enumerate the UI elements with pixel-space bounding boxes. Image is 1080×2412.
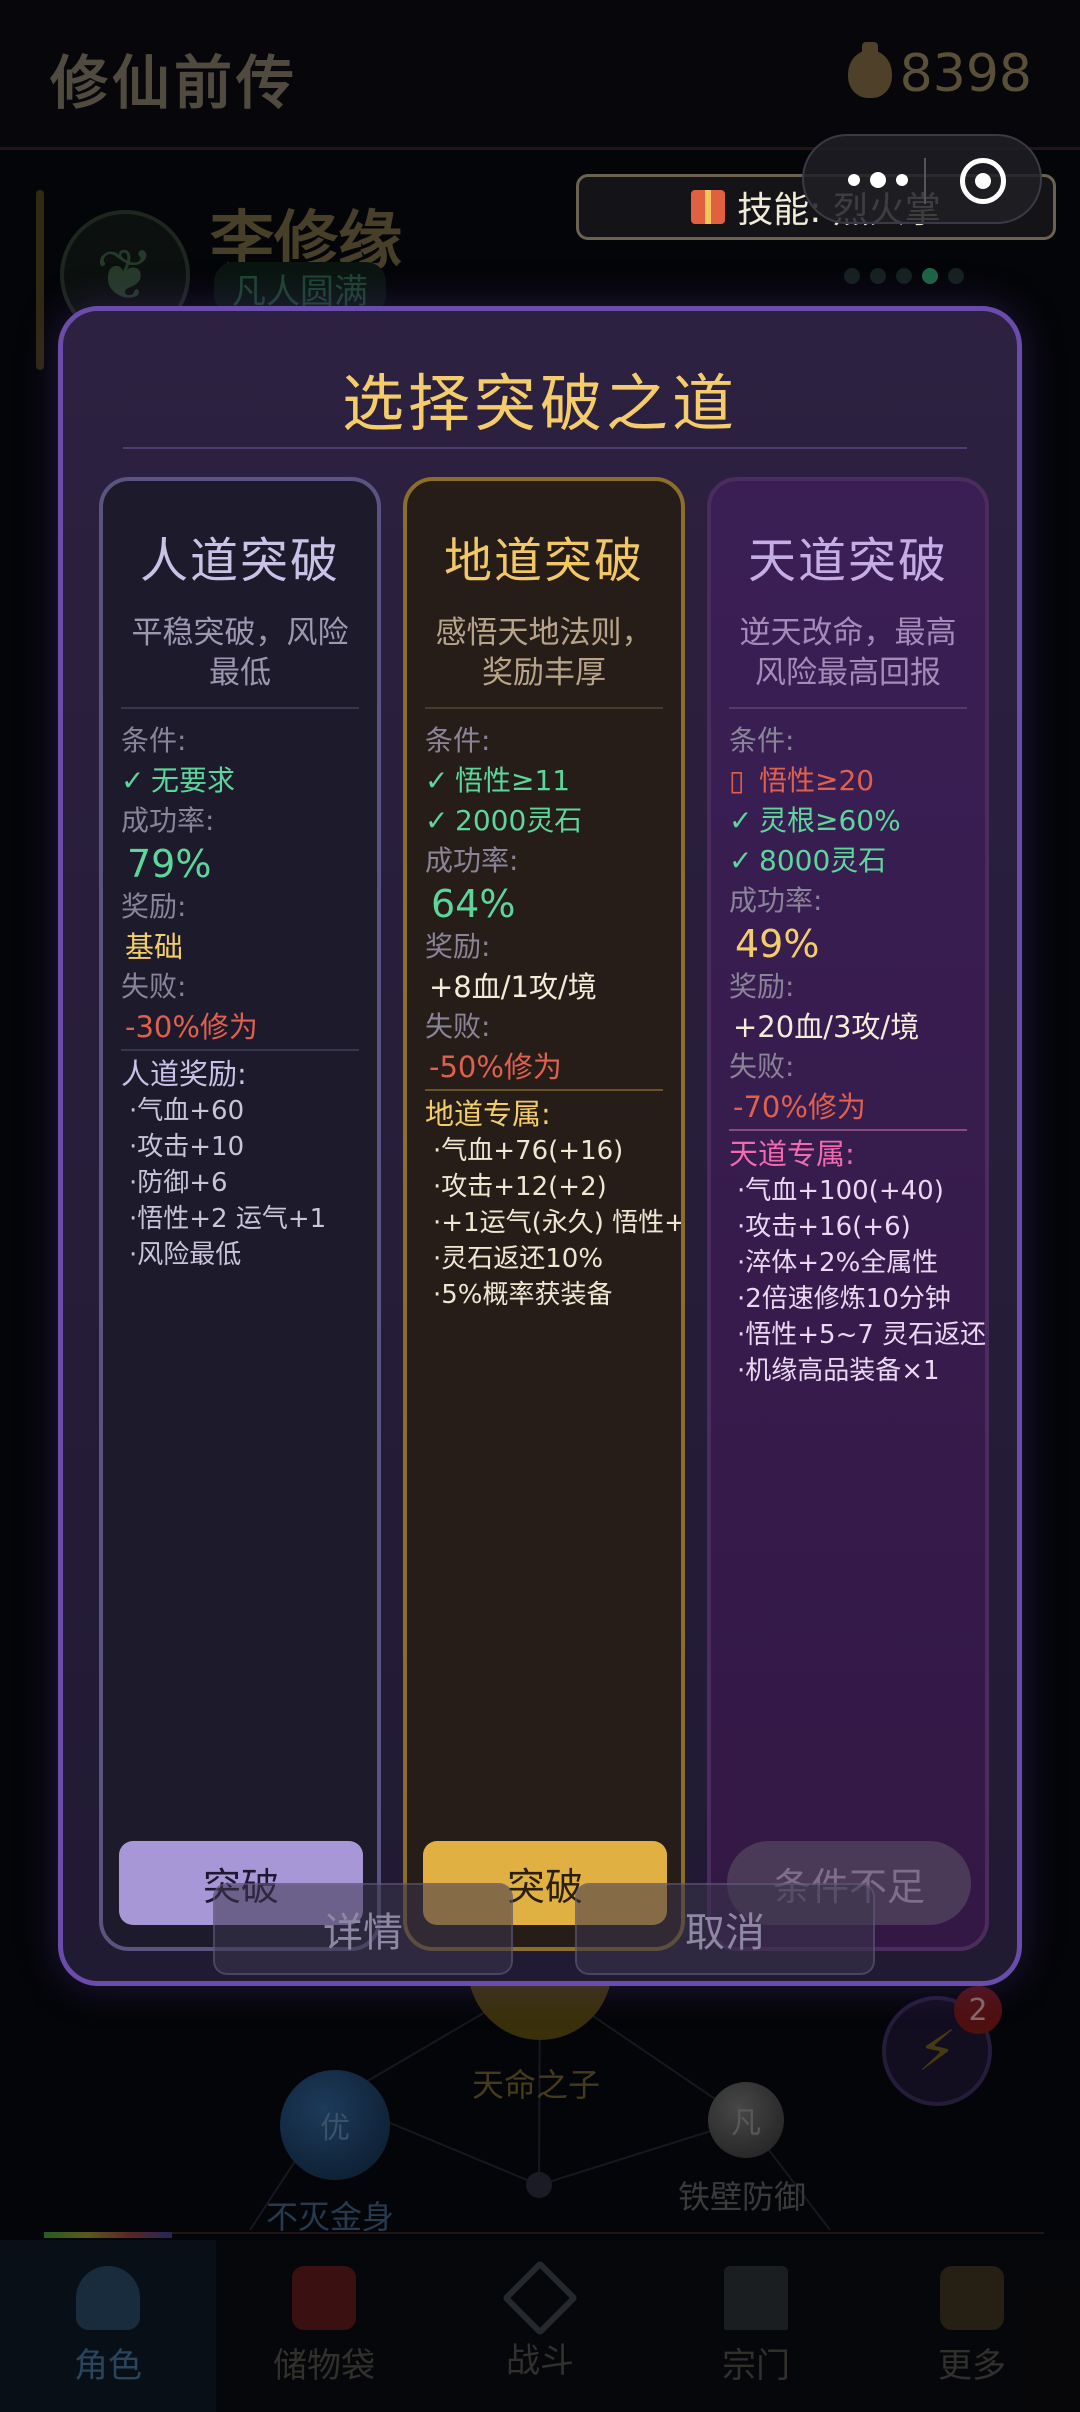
card-divider [729, 1129, 967, 1131]
fail-value: -50%修为 [429, 1050, 562, 1084]
gift-icon [691, 190, 726, 224]
card-description: 感悟天地法则， 奖励丰厚 [435, 615, 653, 691]
condition-text: 悟性≥11 [455, 764, 571, 797]
condition-item: ✓ 2000灵石 [421, 801, 667, 841]
bonus-item: ·机缘高品装备×1 [737, 1356, 940, 1386]
condition-item-unmet: ▯ 悟性≥20 [725, 761, 971, 801]
card-title: 地道突破 [443, 533, 644, 589]
card-description: 平稳突破，风险 最低 [131, 615, 349, 691]
condition-item: ✓ 悟性≥11 [421, 761, 667, 801]
condition-text: 2000灵石 [455, 804, 583, 837]
fail-value: -70%修为 [733, 1090, 866, 1124]
success-rate-label: 成功率: [729, 884, 823, 917]
bonus-title: 天道专属: [729, 1137, 855, 1171]
card-divider [729, 707, 967, 709]
fail-label: 失败: [121, 970, 187, 1003]
check-icon: ✓ [121, 764, 145, 797]
reward-value: +20血/3攻/境 [733, 1010, 920, 1044]
modal-divider [123, 447, 967, 449]
check-icon: ✓ [425, 764, 449, 797]
fail-label: 失败: [425, 1010, 491, 1043]
target-icon[interactable] [960, 158, 1006, 204]
card-divider [425, 1089, 663, 1091]
reward-label: 奖励: [425, 930, 491, 963]
card-title: 天道突破 [747, 533, 948, 589]
card-divider [121, 1049, 359, 1051]
bonus-item: ·5%概率获装备 [433, 1280, 613, 1310]
reward-value: +8血/1攻/境 [429, 970, 597, 1004]
bonus-list: ·气血+100(+40) ·攻击+16(+6) ·淬体+2%全属性 ·2倍速修炼… [725, 1173, 987, 1389]
bonus-item: ·悟性+2 运气+1 [129, 1204, 327, 1234]
card-description: 逆天改命，最高 风险最高回报 [739, 615, 957, 691]
bonus-item: ·灵石返还10% [433, 1244, 604, 1274]
reward-value: 基础 [125, 930, 184, 964]
bonus-item: ·2倍速修炼10分钟 [737, 1284, 951, 1314]
conditions-label: 条件: [729, 724, 795, 757]
breakthrough-modal: 选择突破之道 人道突破 平稳突破，风险 最低 条件: ✓ 无要求 成功率: 79%… [58, 306, 1022, 1986]
more-dots-icon[interactable] [848, 172, 908, 188]
bonus-item: ·气血+100(+40) [737, 1176, 944, 1206]
miniprogram-capsule [802, 134, 1042, 224]
card-heaven-path: 天道突破 逆天改命，最高 风险最高回报 条件: ▯ 悟性≥20 ✓ 灵根≥60% ✓… [707, 477, 989, 1951]
condition-text: 悟性≥20 [759, 764, 875, 797]
success-rate-value: 49% [735, 922, 820, 966]
bonus-item: ·防御+6 [129, 1168, 228, 1198]
missing-glyph-icon: ▯ [729, 764, 745, 797]
card-earth-path: 地道突破 感悟天地法则， 奖励丰厚 条件: ✓ 悟性≥11 ✓ 2000灵石 成功率… [403, 477, 685, 1951]
condition-item: ✓ 灵根≥60% [725, 801, 971, 841]
card-divider [121, 707, 359, 709]
conditions-label: 条件: [425, 724, 491, 757]
fail-value: -30%修为 [125, 1010, 258, 1044]
fail-label: 失败: [729, 1050, 795, 1083]
card-divider [425, 707, 663, 709]
bonus-item: ·淬体+2%全属性 [737, 1248, 939, 1278]
check-icon: ✓ [729, 804, 753, 837]
bonus-title: 地道专属: [425, 1097, 551, 1131]
check-icon: ✓ [729, 844, 753, 877]
card-human-path: 人道突破 平稳突破，风险 最低 条件: ✓ 无要求 成功率: 79% 奖励: 基础… [99, 477, 381, 1951]
bonus-item: ·攻击+10 [129, 1132, 245, 1162]
card-title: 人道突破 [139, 533, 340, 589]
bonus-item: ·悟性+5~7 灵石返还30% [737, 1320, 987, 1350]
detail-button[interactable]: 详情 [213, 1883, 513, 1975]
success-rate-value: 64% [431, 882, 516, 926]
bonus-item: ·气血+60 [129, 1096, 245, 1126]
bonus-item: ·气血+76(+16) [433, 1136, 624, 1166]
check-icon: ✓ [425, 804, 449, 837]
condition-text: 无要求 [151, 764, 236, 797]
reward-label: 奖励: [729, 970, 795, 1003]
bonus-title: 人道奖励: [121, 1057, 247, 1091]
bonus-item: ·+1运气(永久) 悟性+1 [433, 1208, 685, 1238]
condition-text: 灵根≥60% [759, 804, 901, 837]
condition-text: 8000灵石 [759, 844, 887, 877]
success-rate-label: 成功率: [121, 804, 215, 837]
bonus-item: ·攻击+16(+6) [737, 1212, 911, 1242]
success-rate-label: 成功率: [425, 844, 519, 877]
reward-label: 奖励: [121, 890, 187, 923]
bonus-item: ·风险最低 [129, 1240, 242, 1270]
condition-item: ✓ 8000灵石 [725, 841, 971, 881]
bonus-list: ·气血+60 ·攻击+10 ·防御+6 ·悟性+2 运气+1 ·风险最低 [117, 1093, 363, 1273]
bonus-list: ·气血+76(+16) ·攻击+12(+2) ·+1运气(永久) 悟性+1 ·灵… [421, 1133, 685, 1313]
cancel-button[interactable]: 取消 [575, 1883, 875, 1975]
condition-item: ✓ 无要求 [117, 761, 363, 801]
bonus-item: ·攻击+12(+2) [433, 1172, 607, 1202]
success-rate-value: 79% [127, 842, 212, 886]
modal-title: 选择突破之道 [341, 367, 738, 440]
conditions-label: 条件: [121, 724, 187, 757]
capsule-divider [924, 158, 926, 204]
